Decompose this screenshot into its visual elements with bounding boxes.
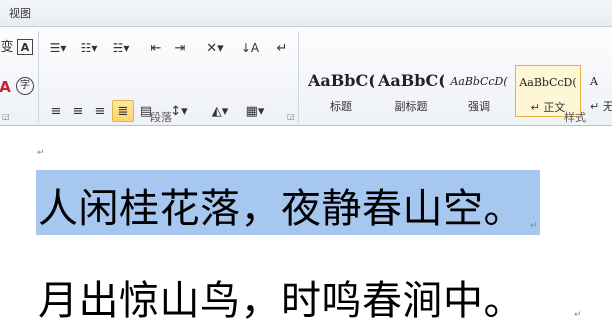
style-subtitle[interactable]: AaBbC( 副标题 bbox=[378, 65, 444, 117]
numbering-icon[interactable]: ☷▾ bbox=[76, 39, 102, 57]
enclose-characters-icon[interactable]: 字 bbox=[16, 77, 34, 95]
align-center-icon[interactable]: ≡ bbox=[68, 102, 88, 120]
paragraph-mark: ↵ bbox=[37, 148, 45, 158]
paragraph-dialog-launcher-icon[interactable]: ◲ bbox=[287, 112, 295, 121]
style-sample: AaBbC( bbox=[378, 71, 444, 90]
style-sample: AaBbCcD( bbox=[450, 75, 508, 88]
show-marks-icon[interactable]: ↵ bbox=[274, 39, 290, 57]
change-case-icon[interactable]: 变 bbox=[0, 37, 14, 57]
style-name: 标题 bbox=[330, 100, 352, 113]
increase-indent-icon[interactable]: ⇥ bbox=[170, 39, 190, 57]
document-page[interactable]: ↵ 人闲桂花落，夜静春山空。 ↵ 月出惊山鸟，时鸣春涧中。 ↵ bbox=[0, 126, 612, 333]
text-line-1[interactable]: 人闲桂花落，夜静春山空。 bbox=[38, 176, 524, 234]
character-border-icon[interactable]: A bbox=[17, 39, 33, 55]
bullets-icon[interactable]: ☰▾ bbox=[46, 39, 70, 57]
word-window: 视图 变 A A 字 ◲ ☰▾ ☷▾ ☵▾ ⇤ ⇥ ✕▾ ↓A ↵ ≡ ≡ ≡ … bbox=[0, 0, 612, 333]
group-divider bbox=[38, 31, 39, 123]
group-divider bbox=[298, 31, 299, 123]
style-sample: AaBbCcD( bbox=[519, 76, 577, 89]
align-left-icon[interactable]: ≡ bbox=[46, 102, 66, 120]
text-line-2[interactable]: 月出惊山鸟，时鸣春涧中。 bbox=[38, 268, 524, 326]
style-emphasis[interactable]: AaBbCcD( 强调 bbox=[446, 65, 512, 117]
borders-icon[interactable]: ▦▾ bbox=[240, 102, 270, 120]
style-sample: AaBbC( bbox=[308, 71, 374, 90]
ribbon-tab-bar: 视图 bbox=[0, 0, 612, 27]
style-name: ↵ 无 bbox=[590, 100, 612, 113]
style-sample: A bbox=[590, 75, 598, 88]
chinese-layout-icon[interactable]: ✕▾ bbox=[202, 39, 228, 57]
font-color-icon[interactable]: A bbox=[0, 77, 11, 97]
justify-icon: ≣ bbox=[117, 103, 129, 119]
sort-icon[interactable]: ↓A bbox=[240, 39, 260, 57]
paragraph-group-label: 段落 bbox=[150, 111, 172, 124]
paragraph-mark: ↵ bbox=[574, 310, 582, 320]
style-no-spacing[interactable]: A ↵ 无 bbox=[584, 65, 612, 117]
ribbon: 变 A A 字 ◲ ☰▾ ☷▾ ☵▾ ⇤ ⇥ ✕▾ ↓A ↵ ≡ ≡ ≡ ≣ ▤… bbox=[0, 27, 612, 126]
shading-icon[interactable]: ◭▾ bbox=[205, 102, 235, 120]
style-name: 副标题 bbox=[394, 100, 428, 113]
style-name: 强调 bbox=[468, 100, 490, 113]
align-right-icon[interactable]: ≡ bbox=[90, 102, 110, 120]
tab-view[interactable]: 视图 bbox=[9, 5, 31, 21]
styles-group-label: 样式 bbox=[564, 111, 586, 124]
style-title[interactable]: AaBbC( 标题 bbox=[308, 65, 374, 117]
multilevel-list-icon[interactable]: ☵▾ bbox=[108, 39, 134, 57]
font-dialog-launcher-icon[interactable]: ◲ bbox=[2, 112, 10, 121]
decrease-indent-icon[interactable]: ⇤ bbox=[146, 39, 166, 57]
paragraph-mark: ↵ bbox=[530, 221, 538, 231]
